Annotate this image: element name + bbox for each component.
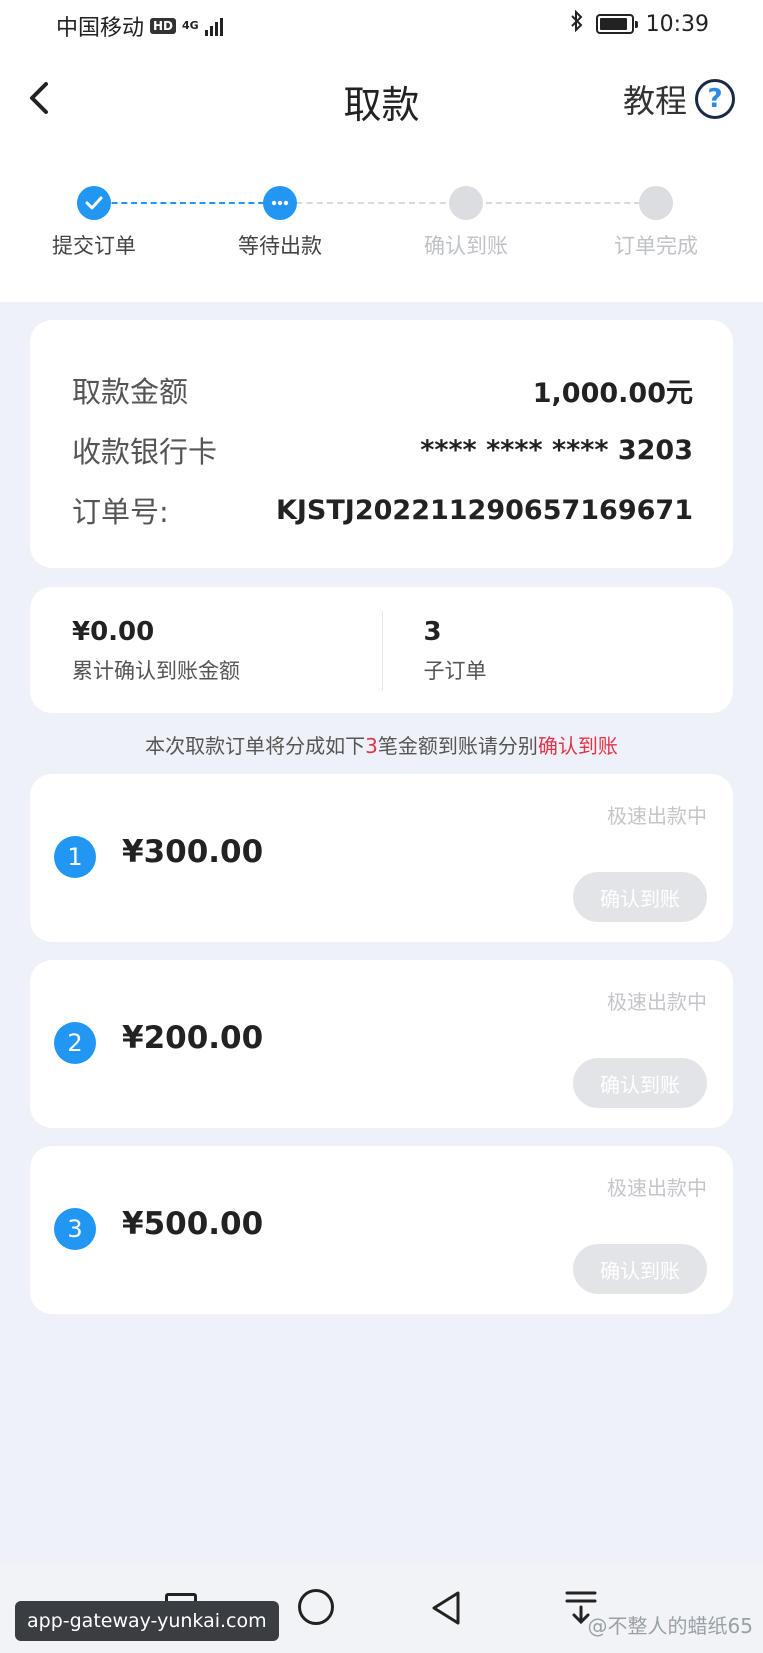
suborder-amount: ¥500.00 [122,1206,264,1242]
notice-highlight: 确认到账 [537,734,618,758]
nav-back-icon[interactable] [428,1589,464,1627]
amount-value: 1,000.00元 [532,377,693,409]
suborder-index: 1 [54,836,96,878]
tutorial-button[interactable]: 教程 ? [623,76,735,122]
network-type: 4G [182,19,199,32]
step-label: 提交订单 [52,234,136,258]
notice-count: 3 [365,734,378,758]
step-confirm: 确认到账 [396,186,536,260]
order-number-value: KJSTJ20221129065716967​1 [275,494,693,526]
summary-card: ¥0.00 累计确认到账金额 3 子订单 [30,587,733,713]
signal-icon [204,16,223,36]
step-waiting: 等待出款 [210,186,350,260]
progress-steps: 提交订单 等待出款 确认到账 订单完成 [0,186,763,266]
suborder-status: 极速出款中 [607,1176,707,1200]
confirm-receipt-button[interactable]: 确认到账 [573,1058,707,1108]
carrier-name: 中国移动 [56,16,145,41]
order-number-label: 订单号: [72,495,169,529]
step-label: 确认到账 [424,234,508,258]
confirmed-amount-label: 累计确认到账金额 [72,659,240,683]
home-icon[interactable] [298,1589,334,1625]
bluetooth-icon [570,9,584,38]
suborder-card: 1 ¥300.00 极速出款中 确认到账 [30,774,733,942]
order-number-row: 订单号: KJSTJ20221129065716967​1 [72,480,693,540]
suborder-amount: ¥200.00 [122,1020,264,1056]
split-notice: 本次取款订单将分成如下3笔金额到账请分别确认到账 [0,730,763,759]
pending-dot-icon [639,186,673,220]
bank-card-row: 收款银行卡 **** **** **** 3203 [72,420,693,480]
suborder-card: 3 ¥500.00 极速出款中 确认到账 [30,1146,733,1314]
step-label: 等待出款 [238,234,322,258]
suborder-count-value: 3 [423,617,442,647]
step-label: 订单完成 [614,234,698,258]
suborder-amount: ¥300.00 [122,834,264,870]
withdrawal-info-card: 取款金额 1,000.00元 收款银行卡 **** **** **** 3203… [30,320,733,568]
confirm-receipt-button[interactable]: 确认到账 [573,872,707,922]
pending-dot-icon [449,186,483,220]
suborder-status: 极速出款中 [607,990,707,1014]
amount-label: 取款金额 [72,375,189,409]
status-bar: 中国移动 HD 4G 10:39 [0,0,763,52]
ellipsis-icon [263,186,297,220]
suborder-status: 极速出款中 [607,804,707,828]
suborder-count: 3 子订单 [381,587,734,713]
amount-row: 取款金额 1,000.00元 [72,360,693,420]
help-icon: ? [695,79,735,119]
confirmed-amount: ¥0.00 累计确认到账金额 [30,587,382,713]
suborder-card: 2 ¥200.00 极速出款中 确认到账 [30,960,733,1128]
battery-icon [595,14,638,34]
suborder-index: 3 [54,1208,96,1250]
watermark: @不整人的蜡纸65 [587,1614,753,1638]
confirm-receipt-button[interactable]: 确认到账 [573,1244,707,1294]
header: 取款 教程 ? 提交订单 等待出款 确认到账 订单完成 [0,52,763,302]
confirmed-amount-value: ¥0.00 [72,617,155,647]
notice-prefix: 本次取款订单将分成如下 [145,734,366,758]
check-icon [77,186,111,220]
step-submit: 提交订单 [24,186,164,260]
clock: 10:39 [645,11,709,37]
tutorial-label: 教程 [622,82,687,120]
suborder-index: 2 [54,1022,96,1064]
hd-badge: HD [150,18,177,34]
suborder-count-label: 子订单 [423,659,487,683]
bank-card-label: 收款银行卡 [72,435,218,469]
step-complete: 订单完成 [586,186,726,260]
notice-middle: 笔金额到账请分别 [377,734,538,758]
bank-card-value: **** **** **** 3203 [420,434,693,466]
url-overlay: app-gateway-yunkai.com [15,1601,279,1641]
